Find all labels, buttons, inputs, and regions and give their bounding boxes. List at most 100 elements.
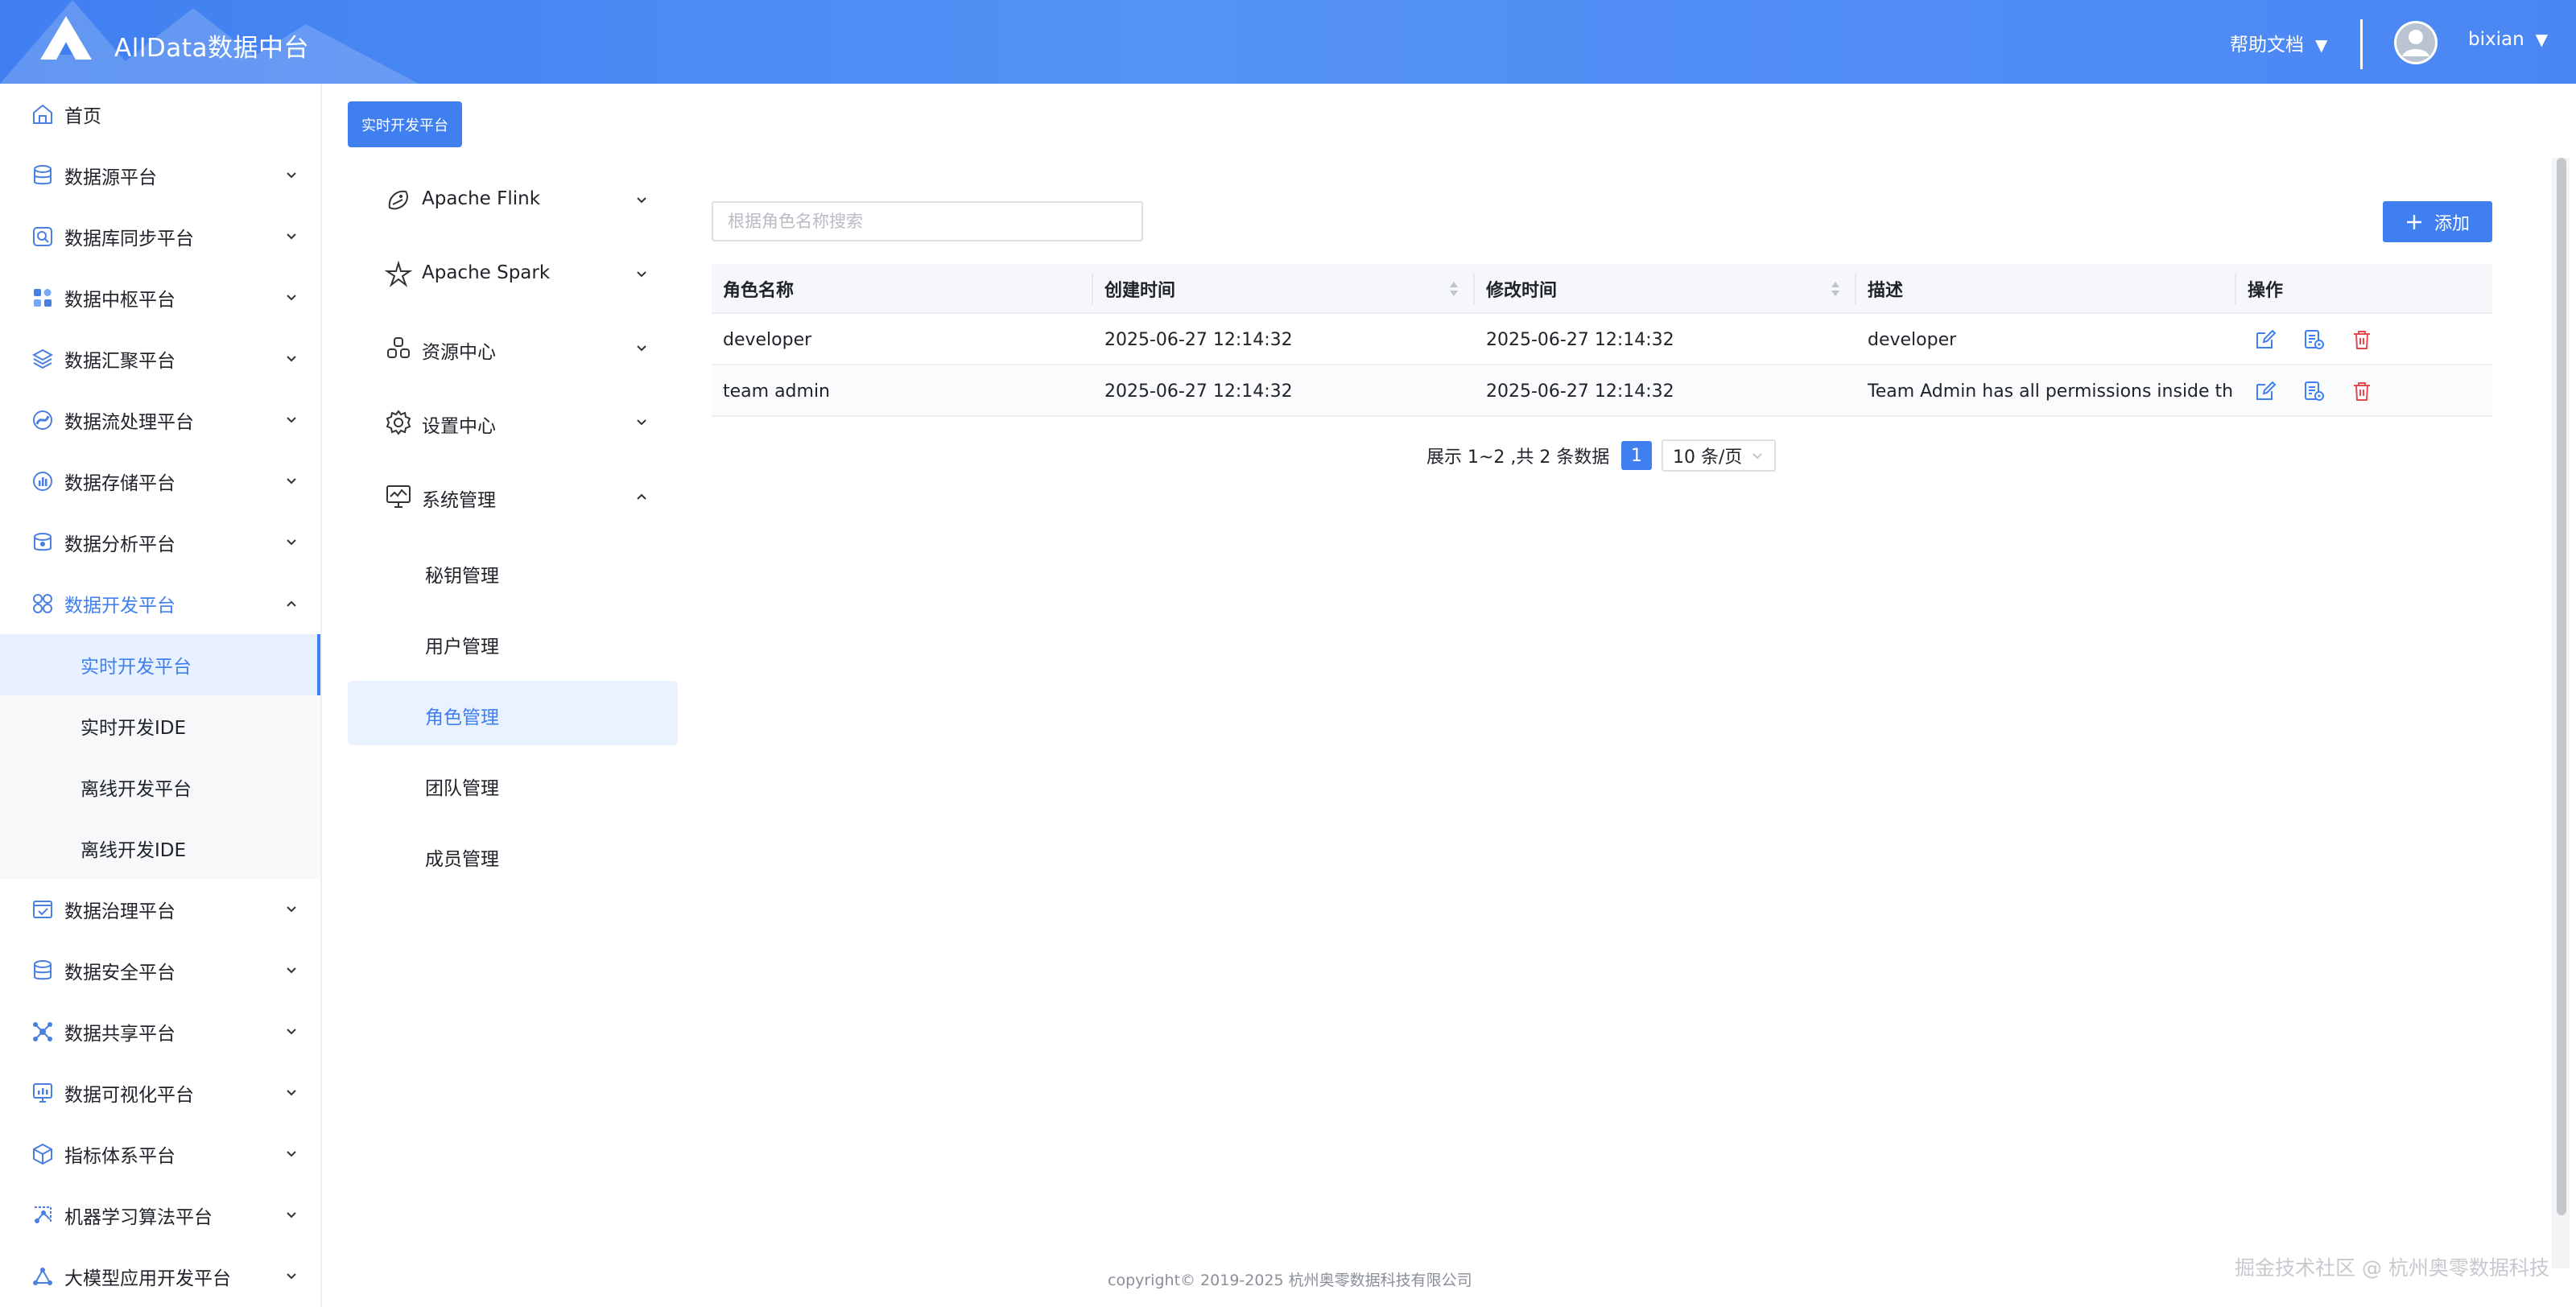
sidebar-item-label: 数据可视化平台: [64, 1085, 194, 1106]
chevron-down-icon: [287, 233, 296, 240]
column-header-created[interactable]: 创建时间: [1093, 264, 1473, 314]
chevron-down-icon: [637, 345, 646, 352]
sidebar-item-label: 数据安全平台: [64, 963, 175, 983]
page-size-select[interactable]: 10 条/页: [1662, 439, 1776, 472]
page-number-button[interactable]: 1: [1621, 441, 1652, 470]
submenu-user-management[interactable]: 用户管理: [348, 610, 678, 674]
chevron-down-icon: [287, 172, 296, 179]
spark-icon: [385, 261, 412, 287]
column-header-description: 描述: [1868, 281, 1904, 301]
submenu-label: 角色管理: [425, 707, 499, 728]
chevron-down-icon: [637, 271, 646, 278]
submenu-key-management[interactable]: 秘钥管理: [348, 539, 678, 604]
sidebar: 首页 数据源平台 数据库同步平台 数据中枢平台 数据汇聚平台 数据流处理平台 数…: [0, 84, 322, 1307]
sidebar-item-label: 数据共享平台: [64, 1024, 175, 1045]
governance-icon: [33, 901, 52, 918]
sort-icon[interactable]: [1449, 280, 1459, 298]
sidebar-item-data-visualization[interactable]: 数据可视化平台: [0, 1062, 320, 1124]
sidebar-item-data-aggregation[interactable]: 数据汇聚平台: [0, 328, 320, 390]
help-docs-menu[interactable]: 帮助文档 ▼: [2230, 29, 2327, 56]
cell-role-name: team admin: [723, 381, 830, 402]
sidebar-item-data-governance[interactable]: 数据治理平台: [0, 879, 320, 940]
cell-role-name: developer: [723, 329, 812, 350]
cell-modified: 2025-06-27 12:14:32: [1486, 381, 1674, 402]
sidebar-item-metrics-system[interactable]: 指标体系平台: [0, 1124, 320, 1185]
sidebar-item-data-storage[interactable]: 数据存储平台: [0, 451, 320, 512]
sidebar-item-label: 数据汇聚平台: [64, 351, 175, 372]
chevron-up-icon: [287, 600, 296, 607]
chevron-down-icon: [287, 1151, 296, 1157]
submenu-apache-spark[interactable]: Apache Spark: [348, 241, 678, 306]
user-menu[interactable]: bixian ▼: [2468, 29, 2548, 50]
sidebar-item-data-sharing[interactable]: 数据共享平台: [0, 1001, 320, 1062]
submenu-role-management[interactable]: 角色管理: [348, 681, 678, 745]
chevron-down-icon: [637, 419, 646, 426]
column-header-modified[interactable]: 修改时间: [1475, 264, 1855, 314]
submenu-label: 系统管理: [422, 490, 496, 511]
logo-icon[interactable]: [39, 14, 93, 61]
flink-icon: [388, 190, 408, 210]
permission-icon[interactable]: [2302, 380, 2325, 402]
edit-icon[interactable]: [2254, 380, 2277, 402]
column-header-label: 创建时间: [1104, 281, 1176, 301]
watermark: 掘金技术社区 @ 杭州奥零数据科技: [2235, 1256, 2549, 1280]
chevron-up-icon: [637, 493, 646, 500]
sidebar-item-label: 首页: [64, 106, 101, 127]
add-role-button[interactable]: 添加: [2383, 201, 2492, 242]
security-icon: [34, 960, 52, 980]
permission-icon[interactable]: [2302, 328, 2325, 351]
submenu-system-management[interactable]: 系统管理: [348, 464, 678, 528]
llm-icon: [33, 1268, 52, 1285]
cube-icon: [33, 1143, 52, 1165]
submenu-member-management[interactable]: 成员管理: [348, 823, 678, 887]
sidebar-item-llm-platform[interactable]: 大模型应用开发平台: [0, 1246, 320, 1307]
sidebar-item-data-analysis[interactable]: 数据分析平台: [0, 512, 320, 573]
role-search-input[interactable]: [712, 201, 1143, 241]
scrollbar-thumb[interactable]: [2557, 158, 2566, 1215]
edit-icon[interactable]: [2254, 328, 2277, 351]
delete-icon[interactable]: [2351, 380, 2373, 402]
chevron-down-icon: [287, 417, 296, 423]
sidebar-item-label: 数据流处理平台: [64, 412, 194, 433]
submenu-settings-center[interactable]: 设置中心: [348, 390, 678, 454]
submenu-apache-flink[interactable]: Apache Flink: [348, 167, 678, 232]
caret-down-icon: ▼: [2535, 30, 2549, 49]
delete-icon[interactable]: [2351, 328, 2373, 351]
chevron-down-icon: [287, 1273, 296, 1280]
chevron-down-icon: [287, 1212, 296, 1218]
sidebar-item-label: 离线开发平台: [80, 779, 192, 800]
cell-created: 2025-06-27 12:14:32: [1104, 329, 1293, 350]
sidebar-subitem-realtime-platform[interactable]: 实时开发平台: [0, 634, 320, 695]
submenu-team-management[interactable]: 团队管理: [348, 752, 678, 816]
sidebar-item-datasource[interactable]: 数据源平台: [0, 145, 320, 206]
chevron-down-icon: [1752, 453, 1762, 460]
sidebar-item-db-sync[interactable]: 数据库同步平台: [0, 206, 320, 267]
sidebar-subitem-realtime-ide[interactable]: 实时开发IDE: [0, 695, 320, 757]
table-row: team admin 2025-06-27 12:14:32 2025-06-2…: [712, 365, 2492, 417]
sidebar-item-data-security[interactable]: 数据安全平台: [0, 940, 320, 1001]
sidebar-item-data-hub[interactable]: 数据中枢平台: [0, 267, 320, 328]
sort-icon[interactable]: [1831, 280, 1840, 298]
sidebar-item-stream-processing[interactable]: 数据流处理平台: [0, 390, 320, 451]
cell-description: Team Admin has all permissions inside th…: [1868, 381, 2235, 402]
realtime-platform-tag-button[interactable]: 实时开发平台: [348, 101, 462, 147]
sidebar-subitem-offline-platform[interactable]: 离线开发平台: [0, 757, 320, 818]
sidebar-item-home[interactable]: 首页: [0, 84, 320, 145]
dev-icon: [33, 594, 52, 613]
column-header-actions: 操作: [2248, 281, 2284, 301]
home-icon: [33, 104, 52, 124]
sidebar-item-data-development[interactable]: 数据开发平台: [0, 573, 320, 634]
submenu-resource-center[interactable]: 资源中心: [348, 315, 678, 380]
submenu-label: 用户管理: [425, 637, 499, 658]
add-button-label: 添加: [2434, 213, 2470, 234]
sidebar-subitem-offline-ide[interactable]: 离线开发IDE: [0, 818, 320, 879]
gear-icon: [386, 410, 411, 435]
chevron-down-icon: [287, 356, 296, 362]
sidebar-item-ml-platform[interactable]: 机器学习算法平台: [0, 1185, 320, 1246]
plus-icon: [2406, 214, 2421, 229]
avatar-icon[interactable]: [2392, 19, 2439, 66]
chevron-down-icon: [287, 295, 296, 301]
submenu-label: Apache Flink: [422, 188, 541, 209]
resource-icon: [387, 337, 410, 358]
pagination-summary: 展示 1~2 ,共 2 条数据: [1426, 447, 1610, 468]
